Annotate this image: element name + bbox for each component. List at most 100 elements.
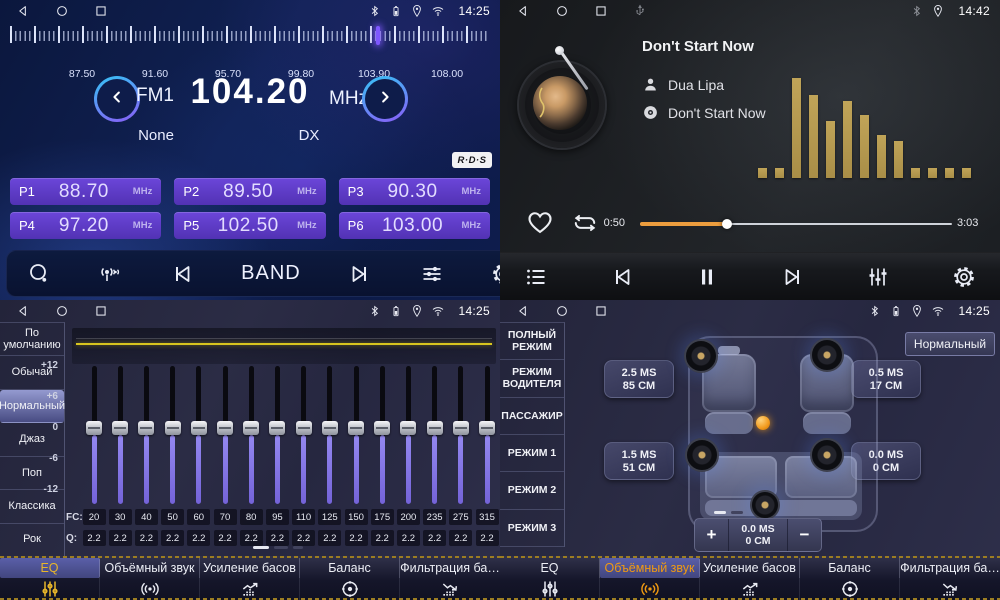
slider-thumb[interactable] <box>400 421 416 435</box>
eq-band-slider-80[interactable] <box>242 366 260 504</box>
slider-thumb[interactable] <box>453 421 469 435</box>
tab-filtration[interactable]: Фильтрация ба… <box>900 556 1000 600</box>
radio-preset-p3[interactable]: P390.30MHz <box>339 178 490 205</box>
tab-label[interactable]: Баланс <box>800 558 900 578</box>
tab-bass-boost[interactable]: Усиление басов <box>200 556 300 600</box>
radio-preset-p5[interactable]: P5102.50MHz <box>174 212 325 239</box>
slider-thumb[interactable] <box>86 421 102 435</box>
next-station-icon[interactable] <box>348 262 372 286</box>
nav-home-icon[interactable] <box>555 4 569 18</box>
radio-preset-p1[interactable]: P188.70MHz <box>10 178 161 205</box>
listening-position-dot[interactable] <box>756 416 770 430</box>
nav-recents-icon[interactable] <box>594 304 608 318</box>
nav-home-icon[interactable] <box>555 304 569 318</box>
tab-eq[interactable]: EQ <box>500 556 600 600</box>
slider-thumb[interactable] <box>112 421 128 435</box>
listening-mode-item-5[interactable]: РЕЖИМ 3 <box>500 510 564 547</box>
eq-band-slider-150[interactable] <box>347 366 365 504</box>
slider-thumb[interactable] <box>427 421 443 435</box>
tab-balance[interactable]: Баланс <box>800 556 900 600</box>
eq-band-slider-110[interactable] <box>295 366 313 504</box>
playlist-icon[interactable] <box>524 265 548 289</box>
progress-thumb[interactable] <box>722 219 732 229</box>
slider-thumb[interactable] <box>138 421 154 435</box>
tab-label[interactable]: Фильтрация ба… <box>900 558 1000 578</box>
decrease-delay-button[interactable]: − <box>788 519 821 551</box>
slider-thumb[interactable] <box>348 421 364 435</box>
previous-station-icon[interactable] <box>170 262 194 286</box>
eq-band-slider-30[interactable] <box>111 366 129 504</box>
frequency-down-button[interactable] <box>94 76 140 122</box>
nav-home-icon[interactable] <box>55 304 69 318</box>
listening-mode-item-3[interactable]: РЕЖИМ 1 <box>500 435 564 472</box>
broadcast-icon[interactable] <box>98 262 122 286</box>
surround-sound-icon[interactable] <box>600 578 700 600</box>
tab-surround-sound[interactable]: Объёмный звук <box>600 556 700 600</box>
radio-preset-p4[interactable]: P497.20MHz <box>10 212 161 239</box>
band-button[interactable]: BAND <box>241 262 301 285</box>
tab-label[interactable]: Объёмный звук <box>600 558 700 578</box>
listening-mode-item-4[interactable]: РЕЖИМ 2 <box>500 472 564 509</box>
nav-back-icon[interactable] <box>16 4 30 18</box>
eq-band-slider-40[interactable] <box>137 366 155 504</box>
listening-mode-item-1[interactable]: РЕЖИМ ВОДИТЕЛЯ <box>500 360 564 397</box>
scale-pointer[interactable] <box>376 26 380 45</box>
filtration-icon[interactable] <box>400 578 500 600</box>
slider-thumb[interactable] <box>322 421 338 435</box>
settings-gear-icon[interactable] <box>491 262 500 286</box>
slider-thumb[interactable] <box>374 421 390 435</box>
listening-mode-item-2[interactable]: ПАССАЖИР <box>500 398 564 435</box>
slider-thumb[interactable] <box>165 421 181 435</box>
tab-eq[interactable]: EQ <box>0 556 100 600</box>
progress-bar[interactable] <box>640 218 952 230</box>
sliders-icon[interactable] <box>420 262 444 286</box>
pause-icon[interactable] <box>695 265 719 289</box>
delay-front-left-button[interactable]: 2.5 MS 85 CM <box>604 360 674 398</box>
eq-band-slider-175[interactable] <box>373 366 391 504</box>
eq-band-slider-235[interactable] <box>426 366 444 504</box>
tab-label[interactable]: Баланс <box>300 558 400 578</box>
radio-preset-p6[interactable]: P6103.00MHz <box>339 212 490 239</box>
tab-label[interactable]: EQ <box>0 558 100 578</box>
eq-band-slider-20[interactable] <box>85 366 103 504</box>
slider-thumb[interactable] <box>479 421 495 435</box>
tab-label[interactable]: Усиление басов <box>200 558 300 578</box>
listening-mode-item-0[interactable]: ПОЛНЫЙ РЕЖИМ <box>500 323 564 360</box>
eq-icon[interactable] <box>500 578 600 600</box>
tab-filtration[interactable]: Фильтрация ба… <box>400 556 500 600</box>
nav-home-icon[interactable] <box>55 4 69 18</box>
nav-back-icon[interactable] <box>516 304 530 318</box>
nav-back-icon[interactable] <box>516 4 530 18</box>
surround-sound-icon[interactable] <box>100 578 200 600</box>
eq-band-slider-200[interactable] <box>399 366 417 504</box>
eq-band-slider-60[interactable] <box>190 366 208 504</box>
search-icon[interactable] <box>27 262 51 286</box>
eq-band-slider-315[interactable] <box>478 366 496 504</box>
tab-label[interactable]: Объёмный звук <box>100 558 200 578</box>
slider-thumb[interactable] <box>243 421 259 435</box>
profile-button[interactable]: Нормальный <box>905 332 995 356</box>
favorite-heart-icon[interactable] <box>526 208 554 236</box>
tab-surround-sound[interactable]: Объёмный звук <box>100 556 200 600</box>
equalizer-sliders-icon[interactable] <box>866 265 890 289</box>
balance-icon[interactable] <box>300 578 400 600</box>
frequency-scale[interactable]: 87.5091.6095.7099.80103.90108.00 <box>10 26 490 64</box>
radio-preset-p2[interactable]: P289.50MHz <box>174 178 325 205</box>
balance-icon[interactable] <box>800 578 900 600</box>
filtration-icon[interactable] <box>900 578 1000 600</box>
nav-back-icon[interactable] <box>16 304 30 318</box>
eq-band-slider-125[interactable] <box>321 366 339 504</box>
nav-recents-icon[interactable] <box>94 304 108 318</box>
tab-label[interactable]: Фильтрация ба… <box>400 558 500 578</box>
tab-label[interactable]: Усиление басов <box>700 558 800 578</box>
eq-icon[interactable] <box>0 578 100 600</box>
next-track-icon[interactable] <box>781 265 805 289</box>
nav-recents-icon[interactable] <box>94 4 108 18</box>
delay-rear-left-button[interactable]: 1.5 MS 51 CM <box>604 442 674 480</box>
previous-track-icon[interactable] <box>610 265 634 289</box>
tab-label[interactable]: EQ <box>500 558 600 578</box>
nav-recents-icon[interactable] <box>594 4 608 18</box>
eq-band-slider-275[interactable] <box>452 366 470 504</box>
increase-delay-button[interactable]: + <box>695 519 728 551</box>
tab-bass-boost[interactable]: Усиление басов <box>700 556 800 600</box>
